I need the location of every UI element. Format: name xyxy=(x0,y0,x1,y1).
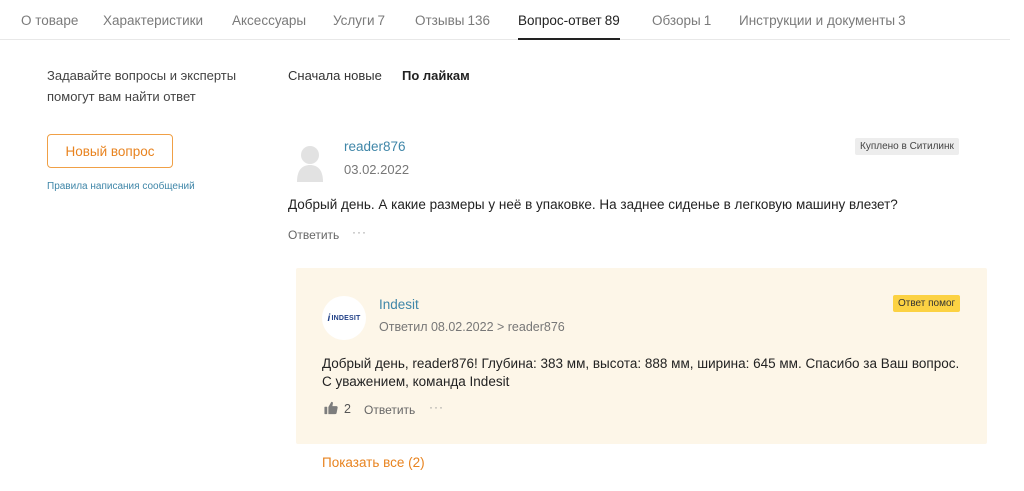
user-avatar-placeholder-icon xyxy=(297,146,323,182)
tab-overviews[interactable]: Обзоры 1 xyxy=(652,13,711,28)
question-date: 03.02.2022 xyxy=(344,162,410,177)
tab-count: 136 xyxy=(467,13,490,28)
tab-label: Обзоры xyxy=(652,13,701,28)
answer-reply-button[interactable]: Ответить xyxy=(364,403,415,417)
answer-author-name[interactable]: Indesit xyxy=(379,297,419,312)
tab-label: Аксессуары xyxy=(232,13,307,28)
tab-specifications[interactable]: Характеристики xyxy=(103,13,203,28)
message-rules-link[interactable]: Правила написания сообщений xyxy=(47,181,195,192)
answer-like-count: 2 xyxy=(344,402,351,416)
tab-reviews[interactable]: Отзывы 136 xyxy=(415,13,490,28)
tab-label: Вопрос-ответ xyxy=(518,13,602,28)
sort-newest-option[interactable]: Сначала новые xyxy=(288,68,382,83)
indesit-brand-logo: i INDESIT xyxy=(322,296,366,340)
tab-count: 1 xyxy=(703,13,712,28)
tab-label: Характеристики xyxy=(103,13,204,28)
question-author-name[interactable]: reader876 xyxy=(344,139,406,154)
tab-count: 89 xyxy=(604,13,620,28)
answer-text: Добрый день, reader876! Глубина: 383 мм,… xyxy=(322,356,960,389)
tab-label: Инструкции и документы xyxy=(739,13,896,28)
thumbs-up-icon[interactable] xyxy=(324,401,338,415)
tab-instructions-documents[interactable]: Инструкции и документы 3 xyxy=(739,13,906,28)
answer-meta: Ответил 08.02.2022 > reader876 xyxy=(379,320,565,334)
product-tabs: О товаре Характеристики Аксессуары Услуг… xyxy=(0,0,1010,40)
answer-card: i INDESIT Indesit Ответил 08.02.2022 > re… xyxy=(296,268,987,444)
ask-question-prompt: Задавайте вопросы и эксперты помогут вам… xyxy=(47,68,237,104)
bought-at-store-badge: Куплено в Ситилинк xyxy=(855,138,959,155)
tab-accessories[interactable]: Аксессуары xyxy=(232,13,306,28)
question-text: Добрый день. А какие размеры у неё в упа… xyxy=(288,197,898,212)
tab-about-product[interactable]: О товаре xyxy=(21,13,78,28)
tab-count: 7 xyxy=(377,13,386,28)
tab-services[interactable]: Услуги 7 xyxy=(333,13,385,28)
answer-helped-badge: Ответ помог xyxy=(893,295,961,312)
tab-questions-answers[interactable]: Вопрос-ответ 89 xyxy=(518,13,620,40)
tab-label: Отзывы xyxy=(415,13,465,28)
tab-label: О товаре xyxy=(21,13,79,28)
tab-label: Услуги xyxy=(333,13,375,28)
active-tab-underline xyxy=(518,38,620,40)
question-reply-button[interactable]: Ответить xyxy=(288,228,339,242)
tab-count: 3 xyxy=(898,13,906,28)
new-question-button[interactable]: Новый вопрос xyxy=(47,134,173,168)
sort-by-likes-option[interactable]: По лайкам xyxy=(402,68,470,83)
more-dots-icon[interactable]: ··· xyxy=(429,400,444,414)
show-all-answers-link[interactable]: Показать все (2) xyxy=(322,455,425,470)
more-dots-icon[interactable]: ··· xyxy=(352,225,367,239)
